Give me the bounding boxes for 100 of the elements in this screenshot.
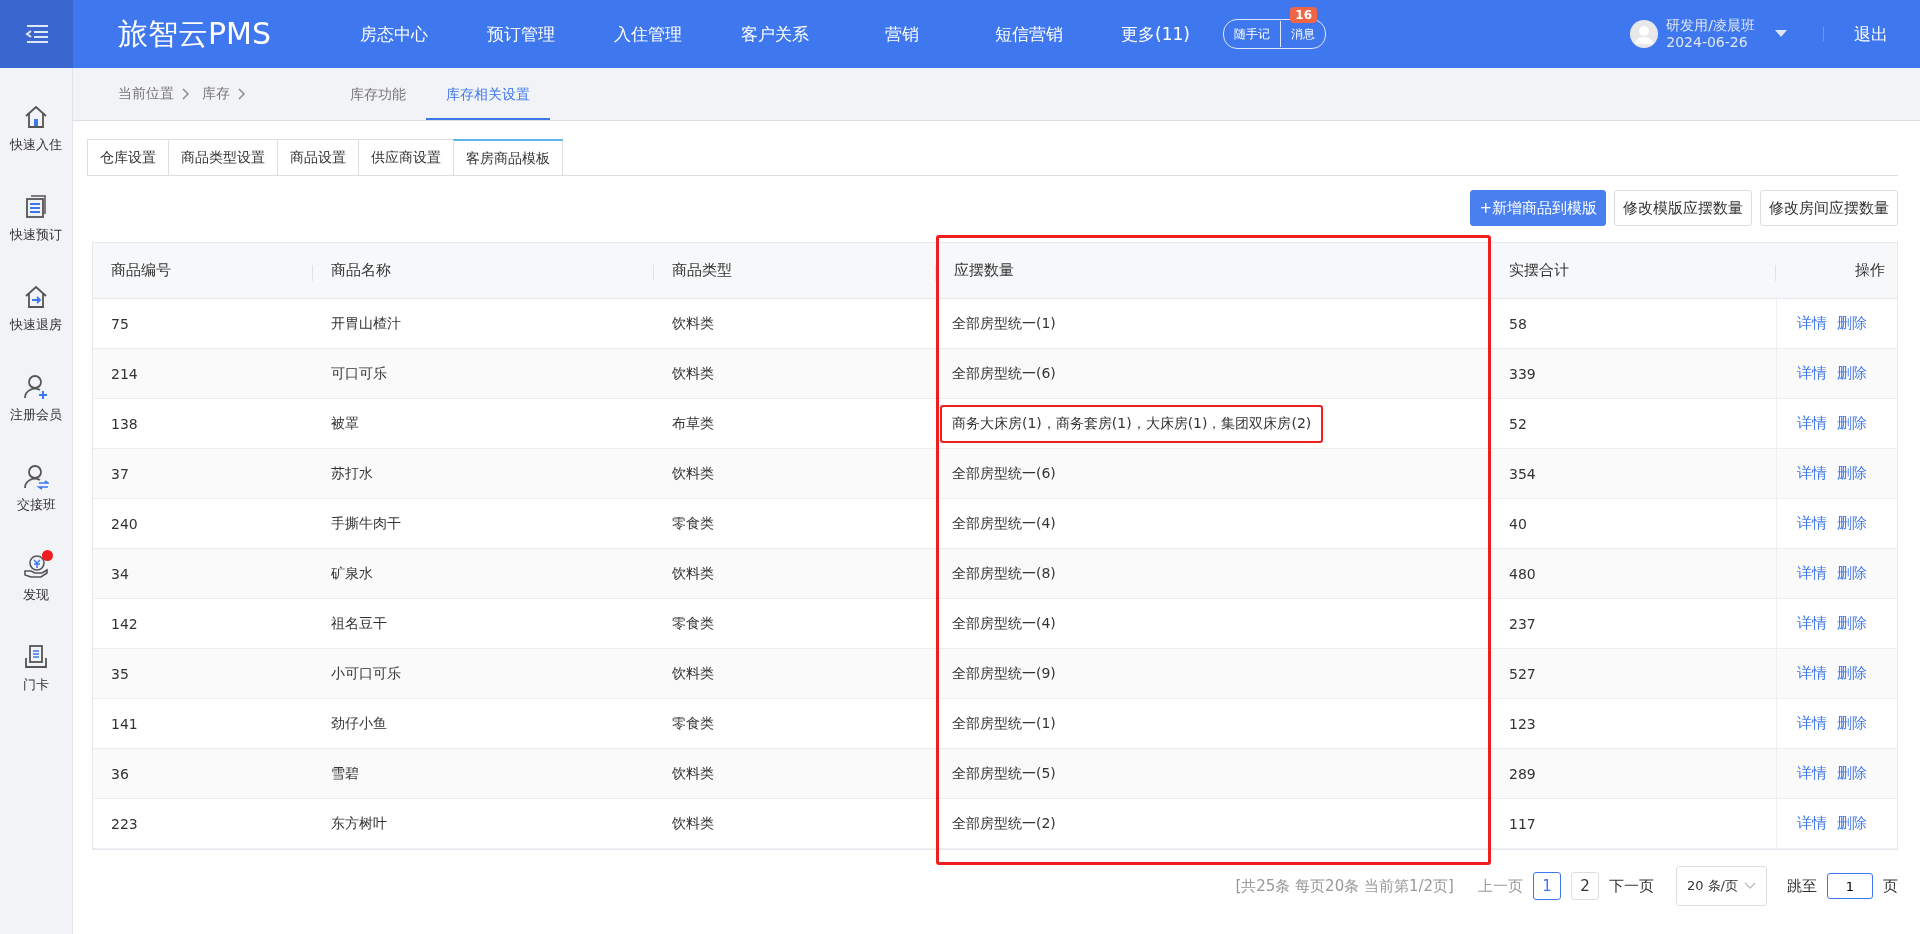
app-logo: 旅智云PMS [118, 14, 273, 53]
message-badge: 16 [1290, 7, 1317, 23]
settings-tab[interactable]: 商品设置 [277, 139, 358, 176]
table-cell: 零食类 [672, 714, 714, 733]
page-button[interactable]: 2 [1570, 872, 1599, 900]
logout-link[interactable]: 退出 [1854, 22, 1888, 46]
table-cell-text: 全部房型统一(5) [951, 763, 1057, 783]
table-cell: 34 [111, 565, 129, 582]
row-action-link[interactable]: 详情 [1797, 614, 1827, 633]
row-action-link[interactable]: 删除 [1837, 314, 1867, 333]
sidebar-item[interactable]: 快速退房 [10, 284, 62, 334]
sidebar-item[interactable]: 快速预订 [10, 194, 62, 244]
sidebar-item[interactable]: 交接班 [16, 464, 56, 514]
sidebar-item[interactable]: 门卡 [23, 644, 49, 694]
table-cell: 劲仔小鱼 [331, 714, 387, 733]
column-header: 商品类型 [672, 261, 732, 280]
next-page-link[interactable]: 下一页 [1608, 876, 1654, 896]
row-action-link[interactable]: 详情 [1797, 314, 1827, 333]
settings-tab[interactable]: 供应商设置 [358, 139, 453, 176]
settings-tab[interactable]: 商品类型设置 [168, 139, 277, 176]
action-button[interactable]: 修改房间应摆数量 [1760, 190, 1898, 226]
nav-item[interactable]: 更多(11) [1092, 22, 1219, 46]
jump-label: 跳至 [1787, 876, 1817, 896]
row-action-link[interactable]: 详情 [1797, 664, 1827, 683]
column-header: 应摆数量 [954, 261, 1014, 280]
table-cell: 223 [111, 815, 138, 832]
sidebar-item[interactable]: 注册会员 [10, 374, 62, 424]
nav-item[interactable]: 客户关系 [711, 22, 838, 46]
chevron-down-icon [1744, 882, 1756, 890]
nav-item[interactable]: 预订管理 [457, 22, 584, 46]
row-action-link[interactable]: 删除 [1837, 764, 1867, 783]
row-action-link[interactable]: 详情 [1797, 414, 1827, 433]
table-cell: 饮料类 [672, 764, 714, 783]
table-cell-text: 全部房型统一(4) [951, 513, 1057, 533]
row-action-link[interactable]: 详情 [1797, 764, 1827, 783]
row-action-link[interactable]: 删除 [1837, 664, 1867, 683]
row-action-link[interactable]: 详情 [1797, 364, 1827, 383]
table-cell-text: 全部房型统一(1) [951, 713, 1057, 733]
menu-icon [23, 24, 50, 44]
chevron-icon [182, 88, 190, 100]
row-action-link[interactable]: 详情 [1797, 514, 1827, 533]
table-cell: 祖名豆干 [331, 614, 387, 633]
table-cell: 饮料类 [672, 464, 714, 483]
row-action-link[interactable]: 详情 [1797, 814, 1827, 833]
table-cell: 240 [111, 515, 138, 532]
page-tab[interactable]: 库存功能 [330, 68, 426, 120]
settings-tab[interactable]: 客房商品模板 [453, 139, 563, 176]
table-cell: 237 [1509, 615, 1536, 632]
table-cell: 零食类 [672, 614, 714, 633]
table-cell: 小可口可乐 [331, 664, 401, 683]
row-action-link[interactable]: 详情 [1797, 464, 1827, 483]
table-cell: 可口可乐 [331, 364, 387, 383]
pagination-summary: [共25条 每页20条 当前第1/2页] [1235, 876, 1454, 896]
row-action-link[interactable]: 删除 [1837, 564, 1867, 583]
table-cell: 75 [111, 315, 129, 332]
action-button[interactable]: +新增商品到模版 [1470, 190, 1606, 226]
page-button[interactable]: 1 [1532, 872, 1561, 900]
chevron-icon [238, 88, 246, 100]
table-cell: 开胃山楂汁 [331, 314, 401, 333]
table-cell: 饮料类 [672, 564, 714, 583]
nav-item[interactable]: 短信营销 [965, 22, 1092, 46]
menu-button[interactable] [0, 0, 73, 68]
table-cell: 35 [111, 665, 129, 682]
row-action-link[interactable]: 删除 [1837, 464, 1867, 483]
nav-item[interactable]: 营销 [838, 22, 965, 46]
row-action-link[interactable]: 删除 [1837, 614, 1867, 633]
row-action-link[interactable]: 删除 [1837, 364, 1867, 383]
table-cell: 480 [1509, 565, 1536, 582]
settings-tab[interactable]: 仓库设置 [87, 139, 168, 176]
avatar-icon [1630, 20, 1659, 48]
column-header: 实摆合计 [1509, 261, 1569, 280]
row-action-link[interactable]: 详情 [1797, 714, 1827, 733]
table-cell: 饮料类 [672, 664, 714, 683]
table-cell: 饮料类 [672, 364, 714, 383]
table-cell-text: 全部房型统一(1) [951, 313, 1057, 333]
column-header: 商品编号 [111, 261, 171, 280]
quick-button[interactable]: 随手记 [1224, 21, 1280, 47]
nav-item[interactable]: 房态中心 [330, 22, 457, 46]
column-header: 商品名称 [331, 261, 391, 280]
sidebar-item[interactable]: 快速入住 [10, 104, 62, 154]
row-action-link[interactable]: 删除 [1837, 814, 1867, 833]
row-action-link[interactable]: 详情 [1797, 564, 1827, 583]
table-cell: 零食类 [672, 514, 714, 533]
row-action-link[interactable]: 删除 [1837, 414, 1867, 433]
sidebar-item[interactable]: 发现 [23, 554, 49, 604]
nav-item[interactable]: 入住管理 [584, 22, 711, 46]
page-input[interactable]: 1 [1827, 873, 1873, 899]
page-size-select[interactable]: 20 条/页 [1675, 866, 1767, 906]
prev-page-link[interactable]: 上一页 [1477, 876, 1523, 896]
row-action-link[interactable]: 删除 [1837, 714, 1867, 733]
table-cell: 138 [111, 415, 138, 432]
row-action-link[interactable]: 删除 [1837, 514, 1867, 533]
table-cell: 被罩 [331, 414, 359, 433]
table-cell: 饮料类 [672, 814, 714, 833]
user-name: 研发用/凌晨班 [1666, 17, 1755, 34]
table-cell: 雪碧 [331, 764, 359, 783]
caret-icon[interactable] [1775, 30, 1787, 38]
document-icon [23, 194, 49, 220]
table-cell: 142 [111, 615, 138, 632]
action-button[interactable]: 修改模版应摆数量 [1614, 190, 1752, 226]
